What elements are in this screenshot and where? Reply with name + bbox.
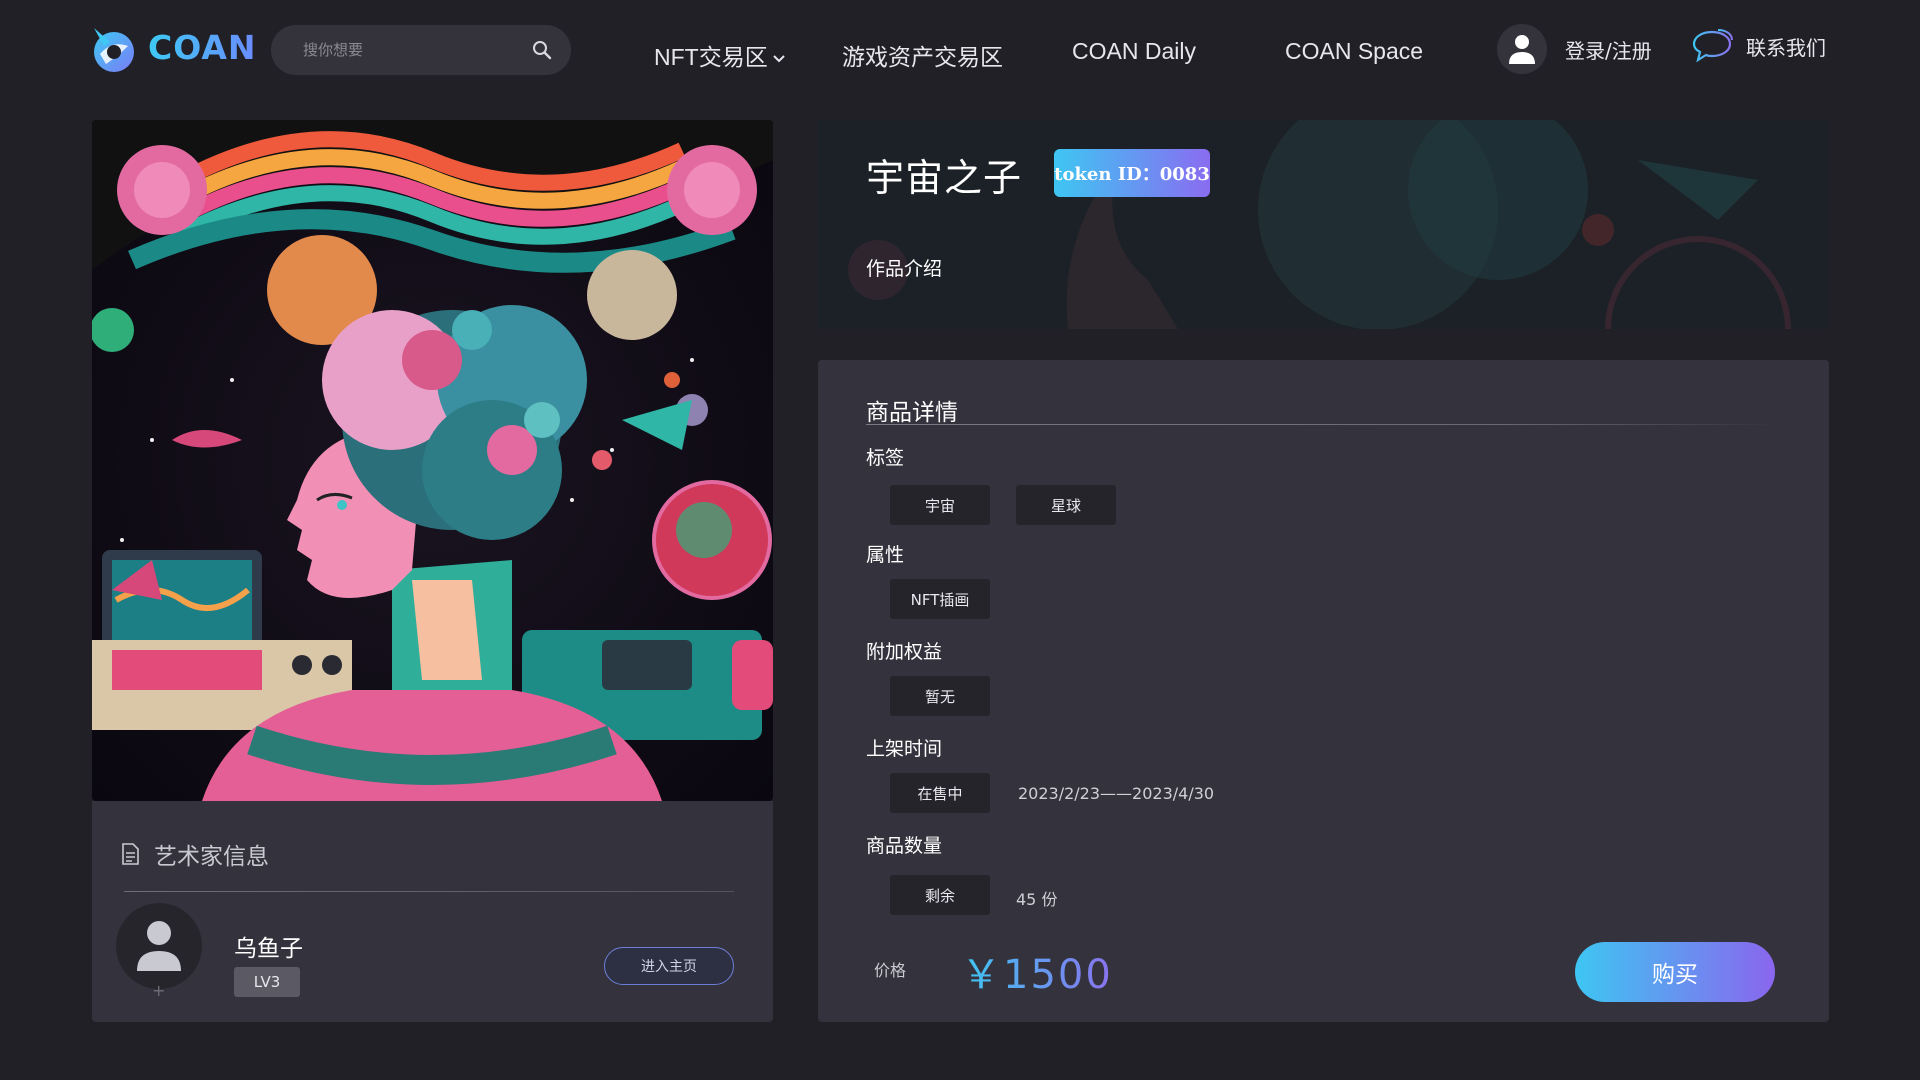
attribute-chip: NFT插画: [890, 579, 990, 619]
product-details-panel: 商品详情 标签 宇宙 星球 属性 NFT插画 附加权益 暂无 上架时间 在售中 …: [818, 360, 1829, 1022]
artwork-image: [92, 120, 773, 801]
user-avatar[interactable]: [1497, 24, 1547, 74]
nav-coan-space-label: COAN Space: [1285, 38, 1424, 64]
artist-info-header: 艺术家信息: [120, 837, 269, 871]
tag-chip: 星球: [1016, 485, 1116, 525]
artist-info-title: 艺术家信息: [154, 844, 269, 870]
benefits-label: 附加权益: [866, 641, 943, 663]
product-details-title: 商品详情: [866, 400, 958, 426]
listing-period: 2023/2/23——2023/4/30: [1018, 784, 1215, 803]
login-register-link[interactable]: 登录/注册: [1497, 24, 1652, 74]
coan-logo[interactable]: COAN: [84, 20, 257, 74]
price-label: 价格: [874, 961, 907, 980]
quantity-remaining-chip: 剩余: [890, 875, 990, 915]
artwork-illustration: [92, 120, 773, 801]
contact-us-label: 联系我们: [1746, 35, 1826, 60]
attributes-label: 属性: [866, 544, 905, 566]
nav-nft-market[interactable]: NFT交易区: [654, 38, 786, 72]
artist-info-card: 艺术家信息 + 乌鱼子 LV3 进入主页: [92, 801, 773, 1022]
artist-name: 乌鱼子: [234, 936, 303, 962]
tags-label: 标签: [866, 447, 905, 469]
search-input[interactable]: [303, 41, 531, 59]
quantity-value: 45 份: [1016, 890, 1058, 909]
tag-chip: 宇宙: [890, 485, 990, 525]
nav-nft-market-label: NFT交易区: [654, 44, 768, 70]
listing-status-chip: 在售中: [890, 773, 990, 813]
benefit-chip: 暂无: [890, 676, 990, 716]
product-details-divider: [866, 424, 1776, 425]
buy-button[interactable]: 购买: [1575, 942, 1775, 1002]
artwork-intro-label: 作品介绍: [866, 258, 943, 280]
login-register-label: 登录/注册: [1565, 38, 1652, 63]
nav-game-assets-label: 游戏资产交易区: [842, 44, 1003, 70]
search-box[interactable]: [271, 25, 571, 75]
logo-text: COAN: [148, 27, 257, 67]
quantity-label: 商品数量: [866, 835, 943, 857]
price-value: ￥1500: [961, 942, 1113, 1000]
nav-game-assets[interactable]: 游戏资产交易区: [842, 38, 1003, 72]
chevron-down-icon: [773, 55, 785, 63]
user-icon: [1509, 35, 1535, 64]
nav-coan-daily[interactable]: COAN Daily: [1072, 38, 1196, 65]
contact-us-link[interactable]: 联系我们: [1692, 28, 1826, 64]
user-icon: [137, 921, 181, 971]
token-id-badge: token ID：0083: [1054, 149, 1210, 197]
chat-bubble-icon: [1692, 29, 1733, 63]
listing-time-label: 上架时间: [866, 738, 943, 760]
document-icon: [122, 843, 139, 865]
top-header: COAN NFT交易区 游戏资产交易区 COAN Daily COAN Spac…: [0, 0, 1920, 110]
artwork-title-banner: 宇宙之子 token ID：0083 作品介绍: [818, 120, 1829, 329]
add-icon: +: [152, 981, 166, 1000]
logo-mark-icon: [94, 28, 134, 72]
artist-level-badge: LV3: [234, 967, 300, 997]
artist-avatar[interactable]: [116, 903, 202, 989]
nav-coan-daily-label: COAN Daily: [1072, 38, 1196, 64]
enter-homepage-button[interactable]: 进入主页: [604, 947, 734, 985]
nav-coan-space[interactable]: COAN Space: [1285, 38, 1423, 65]
artwork-title: 宇宙之子: [866, 156, 1023, 200]
search-icon[interactable]: [531, 39, 553, 61]
artist-info-divider: [124, 891, 734, 892]
